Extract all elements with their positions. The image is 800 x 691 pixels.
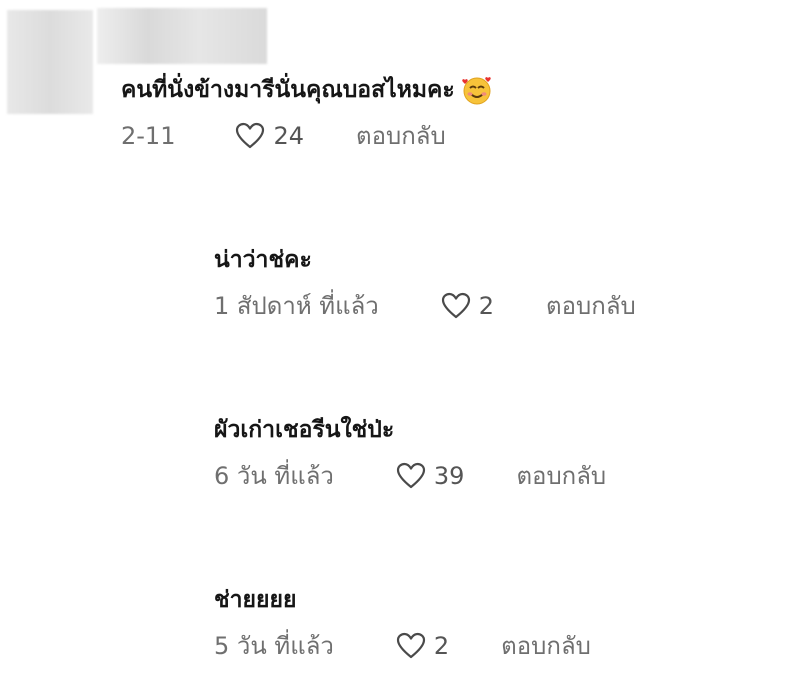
comment-timestamp: 1 สัปดาห์ ที่แล้ว	[214, 292, 379, 320]
like-button[interactable]: 39	[396, 461, 465, 490]
blurred-avatar	[7, 10, 93, 114]
reply-button[interactable]: ตอบกลับ	[546, 286, 636, 325]
heart-icon	[235, 122, 265, 149]
comment-text: ช่ายยยย	[214, 587, 297, 613]
reply-button[interactable]: ตอบกลับ	[501, 626, 591, 665]
comment-meta: 6 วัน ที่แล้ว 39 ตอบกลับ	[214, 456, 606, 495]
comment-3: ผัวเก่าเชอรีนใช่ป่ะ 6 วัน ที่แล้ว 39 ตอบ…	[214, 412, 606, 490]
like-button[interactable]: 2	[441, 292, 494, 320]
like-count: 24	[273, 121, 305, 150]
like-button[interactable]: 2	[396, 632, 449, 660]
reply-button[interactable]: ตอบกลับ	[516, 456, 606, 495]
comment-text: คนที่นั่งข้างมารีนั่นคุณบอสไหมคะ	[121, 72, 493, 108]
comment-4: ช่ายยยย 5 วัน ที่แล้ว 2 ตอบกลับ	[214, 582, 591, 660]
smiling-face-with-hearts-icon	[461, 74, 493, 106]
reply-button[interactable]: ตอบกลับ	[356, 116, 446, 155]
comment-meta: 1 สัปดาห์ ที่แล้ว 2 ตอบกลับ	[214, 286, 636, 325]
comment-text: น่าว่าช่คะ	[214, 247, 312, 273]
heart-icon	[441, 292, 471, 319]
like-count: 2	[478, 291, 495, 320]
comment-meta: 5 วัน ที่แล้ว 2 ตอบกลับ	[214, 626, 591, 665]
comment-timestamp: 2-11	[121, 121, 176, 150]
like-button[interactable]: 24	[235, 122, 304, 150]
comment-text-label: คนที่นั่งข้างมารีนั่นคุณบอสไหมคะ	[121, 77, 455, 103]
comment-meta: 2-11 24 ตอบกลับ	[121, 116, 446, 155]
heart-icon	[396, 462, 426, 489]
like-count: 39	[433, 461, 465, 490]
like-count: 2	[433, 631, 450, 660]
comment-text: ผัวเก่าเชอรีนใช่ป่ะ	[214, 417, 395, 443]
comment-1: คนที่นั่งข้างมารีนั่นคุณบอสไหมคะ 2-11 24	[121, 72, 493, 150]
comment-timestamp: 6 วัน ที่แล้ว	[214, 462, 334, 490]
comment-timestamp: 5 วัน ที่แล้ว	[214, 632, 334, 660]
heart-icon	[396, 632, 426, 659]
blurred-username	[97, 8, 267, 64]
comment-2: น่าว่าช่คะ 1 สัปดาห์ ที่แล้ว 2 ตอบกลับ	[214, 242, 636, 320]
